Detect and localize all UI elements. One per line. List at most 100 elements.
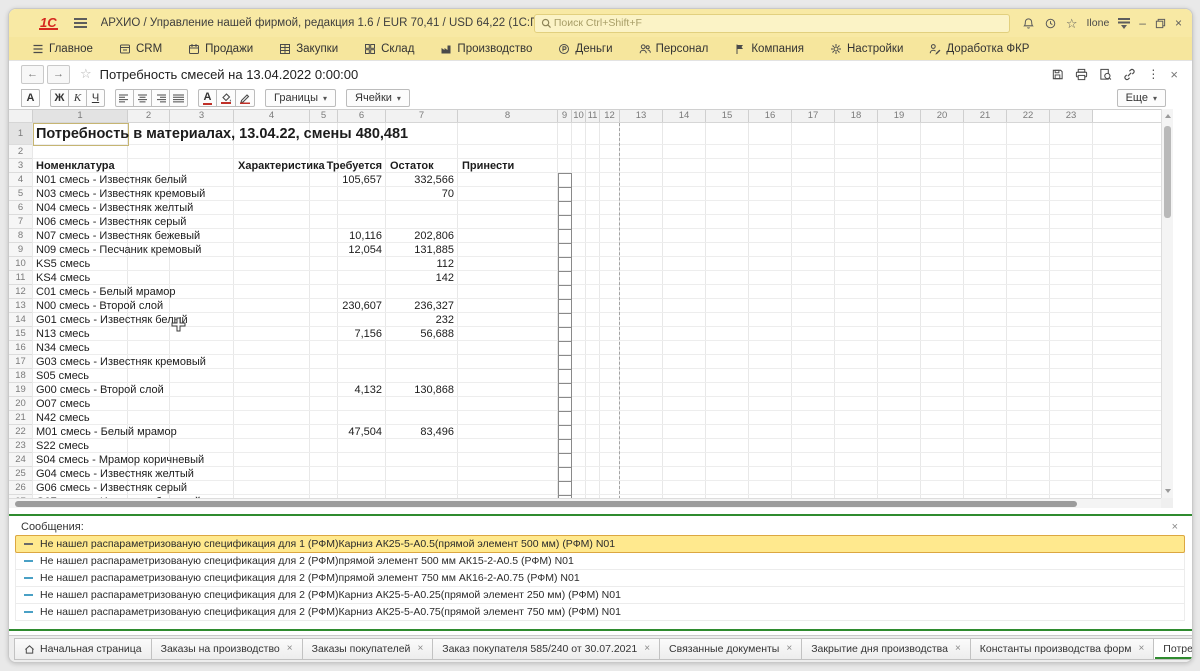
bring-box-cell[interactable] bbox=[558, 271, 572, 286]
cell-nomenclature[interactable]: KS5 смесь bbox=[36, 258, 90, 271]
row-header-11[interactable]: 11 bbox=[9, 271, 33, 285]
cell-nomenclature[interactable]: C01 смесь - Белый мрамор bbox=[36, 286, 176, 299]
close-document-icon[interactable]: × bbox=[1170, 68, 1178, 81]
cell-nomenclature[interactable]: N01 смесь - Известняк белый bbox=[36, 174, 187, 187]
user-name[interactable]: Ilone bbox=[1087, 17, 1110, 29]
more-dropdown[interactable]: Еще ▾ bbox=[1117, 89, 1166, 107]
menu-item-sklad[interactable]: Склад bbox=[351, 37, 427, 60]
bring-box-cell[interactable] bbox=[558, 425, 572, 440]
tab-day-close[interactable]: Закрытие дня производства× bbox=[801, 638, 971, 660]
menu-item-kompaniya[interactable]: Компания bbox=[721, 37, 817, 60]
row-header-20[interactable]: 20 bbox=[9, 397, 33, 411]
bring-box-cell[interactable] bbox=[558, 215, 572, 230]
tab-close-icon[interactable]: × bbox=[786, 644, 792, 654]
tab-close-icon[interactable]: × bbox=[287, 644, 293, 654]
menu-item-zakupki[interactable]: Закупки bbox=[266, 37, 351, 60]
row-header-17[interactable]: 17 bbox=[9, 355, 33, 369]
close-messages-icon[interactable]: × bbox=[1172, 521, 1178, 533]
menu-item-dorabotka[interactable]: Доработка ФКР bbox=[916, 37, 1042, 60]
cell-nomenclature[interactable]: G01 смесь - Известняк белый bbox=[36, 314, 188, 327]
cell-nomenclature[interactable]: S04 смесь - Мрамор коричневый bbox=[36, 454, 204, 467]
row-header-21[interactable]: 21 bbox=[9, 411, 33, 425]
cell-nomenclature[interactable]: N06 смесь - Известняк серый bbox=[36, 216, 186, 229]
tab-close-icon[interactable]: × bbox=[644, 644, 650, 654]
message-item[interactable]: Не нашел распараметризованую спецификаци… bbox=[15, 552, 1185, 570]
more-actions-icon[interactable]: ⋮ bbox=[1147, 68, 1159, 80]
cell-nomenclature[interactable]: N09 смесь - Песчаник кремовый bbox=[36, 244, 201, 257]
cell-remaining[interactable]: 131,885 bbox=[386, 244, 454, 257]
search-input[interactable] bbox=[552, 16, 1003, 30]
link-icon[interactable] bbox=[1123, 68, 1136, 81]
message-item[interactable]: Не нашел распараметризованую спецификаци… bbox=[15, 535, 1185, 553]
bring-box-cell[interactable] bbox=[558, 411, 572, 426]
menu-item-proizvodstvo[interactable]: Производство bbox=[427, 37, 545, 60]
cell-remaining[interactable]: 70 bbox=[386, 188, 454, 201]
vertical-scroll-thumb[interactable] bbox=[1164, 126, 1171, 218]
bring-box-cell[interactable] bbox=[558, 187, 572, 202]
cell-nomenclature[interactable]: KS4 смесь bbox=[36, 272, 90, 285]
vertical-scrollbar[interactable] bbox=[1161, 109, 1173, 498]
favorite-star-icon[interactable]: ☆ bbox=[80, 66, 92, 82]
cell-remaining[interactable]: 56,688 bbox=[386, 328, 454, 341]
row-header-6[interactable]: 6 bbox=[9, 201, 33, 215]
message-item[interactable]: Не нашел распараметризованую спецификаци… bbox=[15, 569, 1185, 587]
history-icon[interactable] bbox=[1044, 17, 1057, 30]
row-header-12[interactable]: 12 bbox=[9, 285, 33, 299]
cell-remaining[interactable]: 232 bbox=[386, 314, 454, 327]
cell-nomenclature[interactable]: N03 смесь - Известняк кремовый bbox=[36, 188, 205, 201]
favorites-icon[interactable]: ☆ bbox=[1066, 17, 1078, 30]
bring-box-cell[interactable] bbox=[558, 397, 572, 412]
restore-button[interactable] bbox=[1155, 18, 1166, 29]
bring-box-cell[interactable] bbox=[558, 355, 572, 370]
cell-remaining[interactable]: 112 bbox=[386, 258, 454, 271]
save-icon[interactable] bbox=[1051, 68, 1064, 81]
menu-item-personal[interactable]: Персонал bbox=[626, 37, 722, 60]
cell-report-title[interactable]: Потребность в материалах, 13.04.22, смен… bbox=[36, 125, 408, 143]
bring-box-cell[interactable] bbox=[558, 481, 572, 496]
forward-button[interactable]: → bbox=[47, 65, 70, 84]
cell-nomenclature[interactable]: N42 смесь bbox=[36, 412, 90, 425]
notifications-icon[interactable] bbox=[1022, 17, 1035, 30]
cell-remaining[interactable]: 236,327 bbox=[386, 300, 454, 313]
menu-item-crm[interactable]: CRM bbox=[106, 37, 175, 60]
row-header-16[interactable]: 16 bbox=[9, 341, 33, 355]
bring-box-cell[interactable] bbox=[558, 285, 572, 300]
tab-related-docs[interactable]: Связанные документы× bbox=[659, 638, 802, 660]
bring-box-cell[interactable] bbox=[558, 313, 572, 328]
tab-close-icon[interactable]: × bbox=[955, 644, 961, 654]
row-header-13[interactable]: 13 bbox=[9, 299, 33, 313]
row-header-3[interactable]: 3 bbox=[9, 159, 33, 173]
row-header-25[interactable]: 25 bbox=[9, 467, 33, 481]
bring-box-cell[interactable] bbox=[558, 299, 572, 314]
menu-item-glavnoe[interactable]: Главное bbox=[19, 37, 106, 60]
horizontal-scroll-thumb[interactable] bbox=[15, 501, 1077, 507]
row-header-26[interactable]: 26 bbox=[9, 481, 33, 495]
menu-item-dengi[interactable]: Деньги bbox=[545, 37, 625, 60]
message-item[interactable]: Не нашел распараметризованую спецификаци… bbox=[15, 603, 1185, 621]
cell-header-required[interactable]: Требуется bbox=[312, 160, 382, 173]
row-header-9[interactable]: 9 bbox=[9, 243, 33, 257]
italic-button[interactable]: К bbox=[68, 89, 87, 107]
fill-color-button[interactable] bbox=[216, 89, 236, 107]
cell-remaining[interactable]: 332,566 bbox=[386, 174, 454, 187]
menu-item-prodazhi[interactable]: Продажи bbox=[175, 37, 266, 60]
row-header-2[interactable]: 2 bbox=[9, 145, 33, 159]
cell-required[interactable]: 10,116 bbox=[312, 230, 382, 243]
bold-button[interactable]: Ж bbox=[50, 89, 69, 107]
tab-orders-customers[interactable]: Заказы покупателей× bbox=[302, 638, 434, 660]
minimize-button[interactable]: – bbox=[1139, 17, 1146, 29]
row-header-14[interactable]: 14 bbox=[9, 313, 33, 327]
cell-required[interactable]: 7,156 bbox=[312, 328, 382, 341]
row-header-24[interactable]: 24 bbox=[9, 453, 33, 467]
cell-required[interactable]: 12,054 bbox=[312, 244, 382, 257]
cell-required[interactable]: 105,657 bbox=[312, 174, 382, 187]
row-header-15[interactable]: 15 bbox=[9, 327, 33, 341]
cell-header-nomenclature[interactable]: Номенклатура bbox=[36, 160, 115, 173]
row-header-5[interactable]: 5 bbox=[9, 187, 33, 201]
row-header-8[interactable]: 8 bbox=[9, 229, 33, 243]
menu-item-nastroiki[interactable]: Настройки bbox=[817, 37, 916, 60]
tab-home[interactable]: Начальная страница bbox=[14, 638, 152, 660]
tab-orders-production[interactable]: Заказы на производство× bbox=[151, 638, 303, 660]
font-color-button[interactable]: А bbox=[198, 89, 217, 107]
tab-customer-order[interactable]: Заказ покупателя 585/240 от 30.07.2021× bbox=[432, 638, 660, 660]
